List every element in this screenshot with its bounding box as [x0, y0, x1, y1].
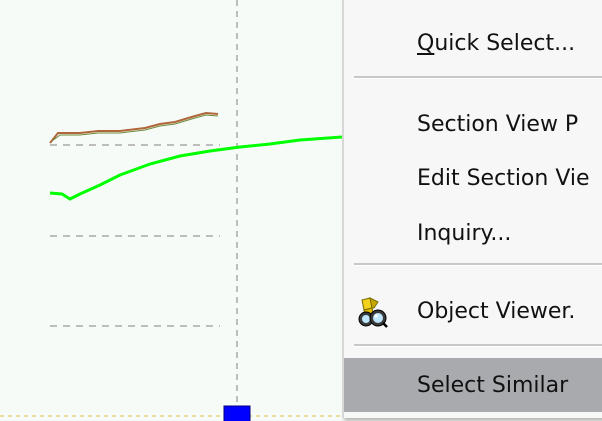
menu-separator [354, 263, 602, 266]
menu-item-quick-select[interactable]: Quick Select... [344, 16, 602, 70]
menu-separator [354, 76, 602, 79]
menu-item-label: Edit Section Vie [417, 165, 590, 191]
shortcut-key: Q [417, 30, 435, 56]
menu-item-label: Select Similar [417, 372, 569, 398]
context-menu: Quick Select... Section View P Edit Sect… [342, 0, 602, 418]
existing-ground-profile[interactable] [49, 111, 219, 144]
grip-handle[interactable] [223, 405, 251, 421]
menu-item-label: Section View P [417, 111, 579, 137]
menu-item-edit-section-view[interactable]: Edit Section Vie [344, 151, 602, 205]
menu-separator [354, 344, 602, 347]
menu-item-section-view-properties[interactable]: Section View P [344, 97, 602, 151]
binoculars-icon [356, 296, 388, 328]
menu-item-label: Inquiry... [417, 220, 512, 246]
menu-item-object-viewer[interactable]: Object Viewer. [344, 284, 602, 338]
existing-ground-profile-shadow [51, 114, 219, 142]
design-profile-line[interactable] [49, 135, 343, 201]
label-rest: uick Select... [434, 30, 576, 56]
menu-item-label: Quick Select... [417, 31, 575, 56]
menu-item-inquiry[interactable]: Inquiry... [344, 206, 602, 260]
menu-item-select-similar[interactable]: Select Similar [344, 358, 602, 412]
menu-item-label: Object Viewer. [417, 298, 576, 324]
